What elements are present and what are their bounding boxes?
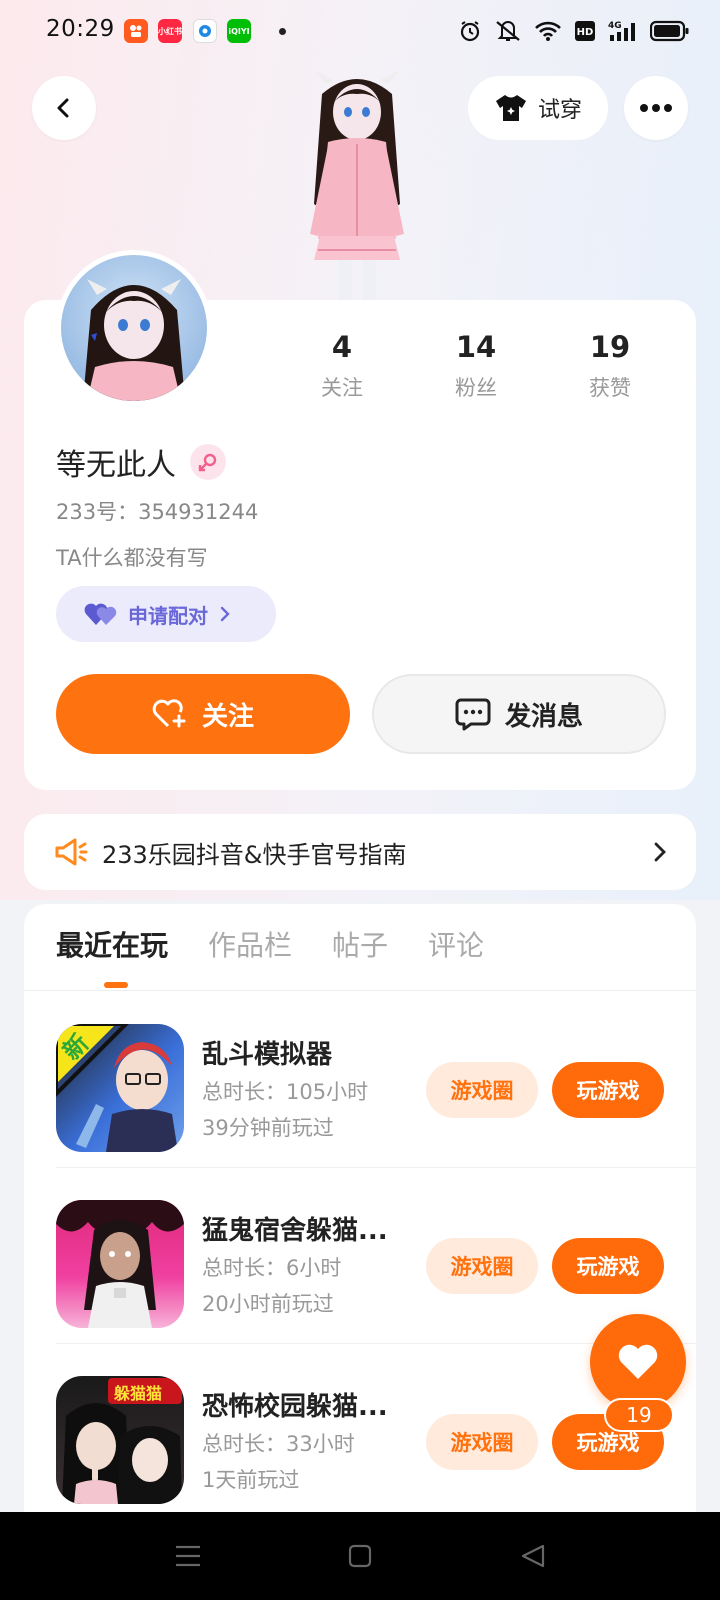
alarm-icon [460, 21, 480, 42]
floating-like-button[interactable] [590, 1314, 686, 1410]
4g-signal-icon: 4G [608, 21, 635, 41]
wifi-icon [535, 21, 561, 41]
back-button[interactable] [32, 76, 96, 140]
stat-likes[interactable]: 19 获赞 [550, 330, 670, 402]
back-icon[interactable] [520, 1544, 546, 1568]
user-id: 233号：354931244 [56, 500, 259, 524]
svg-text:4G: 4G [608, 21, 622, 31]
female-gender-icon [190, 444, 226, 480]
game-icon: 躲猫猫 [56, 1376, 184, 1504]
following-count: 4 [331, 330, 353, 364]
bio: TA什么都没有写 [56, 546, 208, 570]
followers-label: 粉丝 [455, 376, 497, 400]
game-title: 乱斗模拟器 [202, 1040, 333, 1070]
game-duration: 总时长：6小时 [202, 1256, 342, 1280]
game-icon [56, 1200, 184, 1328]
game-duration: 总时长：105小时 [202, 1080, 369, 1104]
tab-posts[interactable]: 帖子 [332, 924, 388, 964]
game-row[interactable]: 猛鬼宿舍躲猫... 总时长：6小时 20小时前玩过 游戏圈 玩游戏 [24, 1168, 696, 1344]
kuaishou-app-icon [124, 19, 148, 43]
heart-icon [618, 1344, 658, 1379]
like-count-badge: 19 [604, 1398, 674, 1432]
try-on-label: 试穿 [537, 98, 582, 123]
follow-label: 关注 [201, 701, 254, 732]
svg-text:HD: HD [577, 27, 594, 38]
game-title: 恐怖校园躲猫... [202, 1392, 388, 1422]
game-duration: 总时长：33小时 [202, 1432, 355, 1456]
heart-plus-icon [152, 699, 186, 728]
game-last-played: 1天前玩过 [202, 1468, 300, 1492]
tab-recent-games[interactable]: 最近在玩 [56, 924, 168, 964]
game-circle-button[interactable]: 游戏圈 [426, 1414, 538, 1470]
more-dots-icon [640, 104, 672, 112]
username-row: 等无此人 [56, 440, 226, 484]
mute-icon [496, 21, 520, 41]
send-message-button[interactable]: 发消息 [372, 674, 666, 754]
username: 等无此人 [56, 448, 176, 483]
status-bar: 20:29 小红书 iQIYI HD 4G [0, 0, 720, 64]
more-options-button[interactable] [624, 76, 688, 140]
likes-label: 获赞 [589, 376, 631, 400]
tabs-divider [24, 990, 696, 991]
game-circle-button[interactable]: 游戏圈 [426, 1062, 538, 1118]
browser-app-icon [193, 19, 217, 43]
system-nav-bar [0, 1512, 720, 1600]
tab-comments[interactable]: 评论 [428, 924, 484, 964]
avatar-3d-figure[interactable] [292, 64, 422, 302]
battery-icon [650, 20, 689, 42]
tab-works[interactable]: 作品栏 [208, 924, 292, 964]
game-title: 猛鬼宿舍躲猫... [202, 1216, 388, 1246]
chat-bubble-icon [455, 698, 491, 731]
game-last-played: 20小时前玩过 [202, 1292, 334, 1316]
apply-pair-label: 申请配对 [128, 603, 208, 628]
apply-pair-button[interactable]: 申请配对 [56, 586, 276, 642]
followers-count: 14 [455, 330, 497, 364]
profile-tabs: 最近在玩 作品栏 帖子 评论 [56, 924, 484, 964]
avatar[interactable] [56, 250, 212, 406]
stat-following[interactable]: 4 关注 [282, 330, 402, 402]
notice-text: 233乐园抖音&快手官号指南 [102, 840, 407, 869]
megaphone-icon [55, 838, 88, 866]
game-last-played: 39分钟前玩过 [202, 1116, 334, 1140]
more-notifications-dot [279, 28, 286, 35]
status-time: 20:29 [46, 16, 115, 42]
try-on-button[interactable]: 试穿 [468, 76, 608, 140]
back-arrow-icon [57, 98, 69, 118]
play-game-button[interactable]: 玩游戏 [552, 1238, 664, 1294]
play-game-button[interactable]: 玩游戏 [552, 1062, 664, 1118]
game-circle-button[interactable]: 游戏圈 [426, 1238, 538, 1294]
game-icon: 新 [56, 1024, 184, 1152]
likes-count: 19 [589, 330, 631, 364]
status-indicators: HD 4G [458, 16, 690, 46]
send-message-label: 发消息 [504, 701, 583, 732]
menu-icon[interactable] [174, 1544, 202, 1568]
active-tab-indicator [104, 982, 128, 988]
following-label: 关注 [321, 376, 363, 400]
shirt-icon [495, 95, 526, 121]
home-icon[interactable] [348, 1544, 372, 1568]
xiaohongshu-app-icon: 小红书 [158, 19, 182, 43]
notice-banner[interactable]: 233乐园抖音&快手官号指南 [24, 814, 696, 890]
game-row[interactable]: 新 乱斗模拟器 总时长：105小时 39分钟前玩过 游戏圈 玩游戏 [24, 992, 696, 1168]
iqiyi-app-icon: iQIYI [227, 19, 251, 43]
stat-followers[interactable]: 14 粉丝 [416, 330, 536, 402]
follow-button[interactable]: 关注 [56, 674, 350, 754]
hd-icon: HD [575, 21, 595, 41]
pair-hearts-icon [84, 603, 117, 625]
hide-and-seek-badge: 躲猫猫 [114, 1384, 163, 1403]
chevron-right-icon [220, 606, 230, 622]
chevron-right-icon [654, 842, 666, 862]
